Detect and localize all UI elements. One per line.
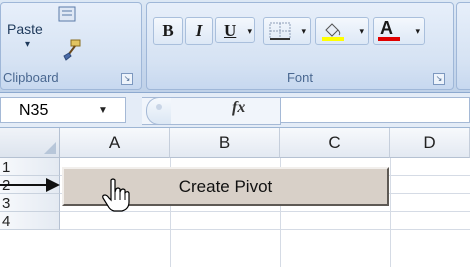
borders-icon: [269, 22, 291, 40]
bold-button[interactable]: B: [153, 17, 183, 45]
underline-label: U: [224, 21, 237, 40]
formula-bar: N35 ▼ fx: [0, 93, 470, 128]
gridline: [60, 229, 470, 230]
column-header-c[interactable]: C: [280, 128, 390, 158]
underline-button[interactable]: U ▾: [215, 17, 255, 43]
row-header-3[interactable]: 3: [0, 194, 60, 212]
fill-color-icon: [322, 23, 344, 41]
paste-dropdown-icon[interactable]: ▾: [25, 39, 30, 50]
font-color-dropdown-icon[interactable]: ▾: [415, 18, 420, 44]
column-header-a[interactable]: A: [60, 128, 170, 158]
row-header-1[interactable]: 1: [0, 158, 60, 176]
column-header-d[interactable]: D: [390, 128, 470, 158]
fill-color-button[interactable]: ▾: [315, 17, 369, 45]
row-header-4[interactable]: 4: [0, 212, 60, 230]
clipboard-group: Paste ▾ Clipboard ↘: [0, 2, 142, 90]
expander-icon: [156, 104, 162, 110]
column-header-b[interactable]: B: [170, 128, 280, 158]
dialog-launcher-icon[interactable]: ↘: [121, 73, 133, 85]
paste-button[interactable]: Paste: [7, 21, 43, 37]
italic-button[interactable]: I: [185, 17, 213, 45]
paste-icon[interactable]: [57, 3, 79, 23]
formula-bar-expander[interactable]: [146, 97, 171, 125]
font-dialog-launcher-icon[interactable]: ↘: [433, 73, 445, 85]
clipboard-group-label: Clipboard: [3, 70, 59, 85]
font-color-button[interactable]: A ▾: [373, 17, 425, 45]
format-painter-icon[interactable]: [61, 39, 83, 61]
name-box-dropdown-icon[interactable]: ▼: [98, 105, 108, 116]
font-color-bar: [378, 37, 400, 41]
arrow-pointer-icon: [0, 184, 48, 186]
fill-color-dropdown-icon[interactable]: ▾: [359, 18, 364, 44]
font-group: B I U ▾ ▾ ▾ A ▾ Font ↘: [146, 2, 454, 90]
insert-function-icon[interactable]: fx: [232, 99, 245, 117]
hand-pointer-icon: [102, 178, 130, 212]
borders-dropdown-icon[interactable]: ▾: [301, 18, 306, 44]
font-group-label: Font: [286, 70, 313, 85]
ribbon: Paste ▾ Clipboard ↘ B I U ▾ ▾ ▾ A ▾ Font…: [0, 0, 470, 93]
next-group-edge: [456, 2, 470, 90]
arrow-pointer-head: [46, 178, 60, 192]
borders-button[interactable]: ▾: [263, 17, 311, 45]
underline-dropdown-icon[interactable]: ▾: [247, 18, 252, 44]
formula-input[interactable]: [280, 97, 470, 123]
select-all-corner[interactable]: [0, 128, 60, 158]
